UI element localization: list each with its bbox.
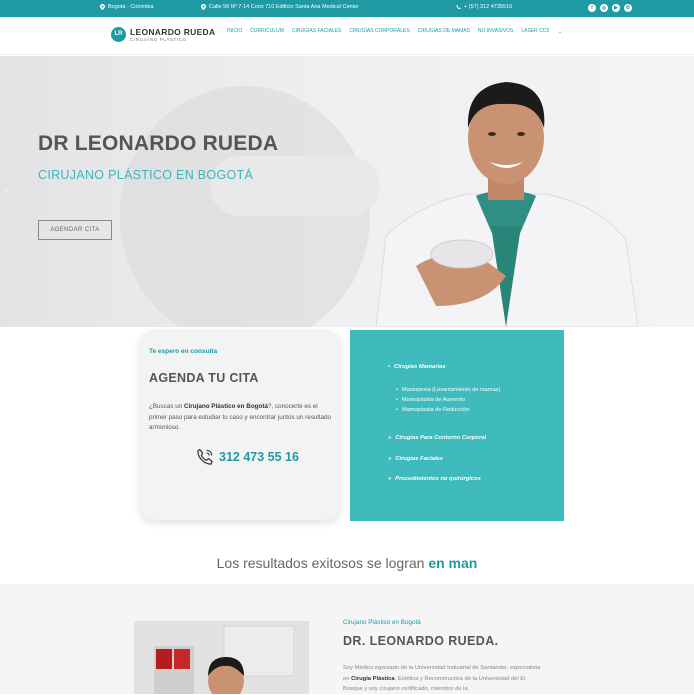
nav-item-cirugias-faciales[interactable]: CIRUGÍAS FACIALES (292, 28, 341, 35)
slider-prev-arrow[interactable]: ‹ (5, 186, 8, 195)
site-header: LR LEONARDO RUEDA CIRUJANO PLÁSTICO INIC… (0, 17, 694, 55)
facebook-icon[interactable]: f (588, 4, 596, 12)
bullet-dot-icon: • (388, 364, 391, 370)
appointment-phone-link[interactable]: 312 473 55 16 (196, 448, 299, 466)
nav-item-cirugias-de-mamas[interactable]: CIRUGÍAS DE MAMAS (418, 28, 470, 35)
appointment-card: Te espero en consulta AGENDA TU CITA ¿Bu… (140, 330, 340, 520)
bio-text: Soy Médico egresado de la Universidad In… (343, 665, 541, 693)
list-item[interactable]: Mamoplastia de Aumento (396, 395, 500, 405)
phone-text: + (57) 312 4735516 (464, 4, 513, 10)
location-info: Bogotá - Colombia (100, 4, 154, 10)
youtube-icon[interactable]: ▶ (612, 4, 620, 12)
chevron-right-icon: » (388, 435, 392, 441)
services-box: • Cirugías Mamarias Mastopexia (Levantam… (350, 330, 564, 521)
nav-item-no-invasivos[interactable]: NO INVASIVOS (478, 28, 513, 35)
nav-item-curriculum[interactable]: CURRICULUM (250, 28, 284, 35)
appointment-text: ¿Buscas un Cirujano Plástico en Bogotá?,… (149, 403, 332, 431)
top-bar: Bogotá - Colombia Calle 99 Nº 7-14 Cons … (0, 0, 694, 17)
appointment-kicker: Te espero en consulta (149, 348, 218, 355)
address-text: Calle 99 Nº 7-14 Cons 710 Edificio Santa… (209, 4, 359, 10)
hero-subtitle: CIRUJANO PLÁSTICO EN BOGOTÁ (38, 168, 254, 182)
list-item[interactable]: Mamoplastia de Reducción (396, 405, 500, 415)
results-headline: Los resultados exitosos se logran en man (216, 555, 478, 571)
social-links: f ◎ ▶ ✆ (588, 4, 632, 12)
service-heading-contorno-corporal[interactable]: » Cirugías Para Contorno Corporal (388, 435, 486, 441)
location-text: Bogotá - Colombia (108, 4, 154, 10)
logo-name: LEONARDO RUEDA (130, 26, 216, 37)
schedule-appointment-button[interactable]: AGENDAR CITA (38, 220, 112, 240)
service-heading-faciales[interactable]: » Cirugías Faciales (388, 456, 443, 462)
service-heading-no-quirurgicos[interactable]: » Procedimientos no quirúrgicos (388, 476, 481, 482)
nav-item-cirugias-corporales[interactable]: CIRUGÍAS CORPORALES (349, 28, 409, 35)
hero-slider: ‹ DR LEONARDO RUEDA CIRUJANO PLÁSTICO EN… (0, 56, 694, 327)
mamarias-list: Mastopexia (Levantamiento de mamas) Mamo… (396, 385, 500, 415)
office-photo-image (134, 621, 309, 694)
logo-subtitle: CIRUJANO PLÁSTICO (130, 36, 187, 42)
service-heading-mamarias[interactable]: • Cirugías Mamarias (388, 364, 446, 370)
doctor-portrait-image (376, 82, 638, 327)
instagram-icon[interactable]: ◎ (600, 4, 608, 12)
doctor-office-photo (134, 621, 309, 694)
hero-background-hand (210, 156, 380, 216)
address-info: Calle 99 Nº 7-14 Cons 710 Edificio Santa… (201, 4, 359, 10)
appointment-title: AGENDA TU CITA (149, 371, 259, 385)
main-nav: INICIO CURRICULUM CIRUGÍAS FACIALES CIRU… (227, 28, 563, 35)
whatsapp-icon[interactable]: ✆ (624, 4, 632, 12)
bio-title: DR. LEONARDO RUEDA. (343, 634, 499, 648)
bio-kicker: Cirujano Plástico en Bogotá (343, 619, 421, 626)
chevron-right-icon: » (388, 456, 392, 462)
list-item[interactable]: Mastopexia (Levantamiento de mamas) (396, 385, 500, 395)
logo-mark: LR (111, 27, 126, 42)
chevron-right-icon: » (388, 476, 392, 482)
phone-icon (456, 4, 461, 10)
nav-item-laser-co2[interactable]: LÁSER CO2 (521, 28, 549, 35)
map-pin-icon (100, 4, 105, 10)
results-highlight: en man (428, 555, 478, 571)
phone-icon (197, 448, 213, 465)
chevron-down-icon[interactable]: ⌄ (557, 28, 562, 35)
phone-info[interactable]: + (57) 312 4735516 (456, 4, 512, 10)
map-pin-icon (201, 4, 206, 10)
site-logo[interactable]: LR LEONARDO RUEDA CIRUJANO PLÁSTICO (111, 27, 215, 42)
hero-title: DR LEONARDO RUEDA (38, 132, 279, 155)
nav-item-inicio[interactable]: INICIO (227, 28, 242, 35)
bio-section: Cirujano Plástico en Bogotá DR. LEONARDO… (0, 584, 694, 694)
appointment-phone-number: 312 473 55 16 (219, 450, 299, 464)
